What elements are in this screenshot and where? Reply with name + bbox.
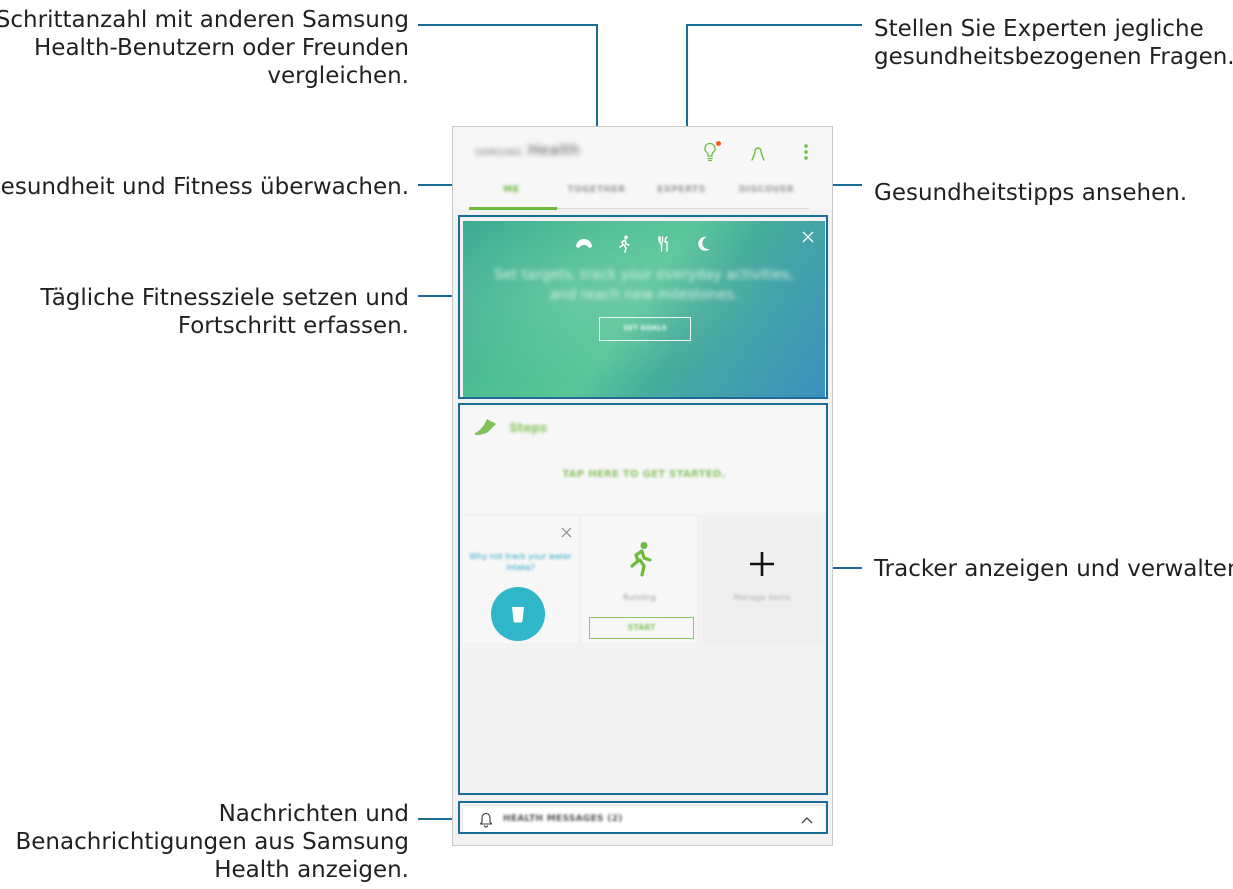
annotation-goals: Tägliche Fitnessziele setzen und Fortsch… xyxy=(40,284,409,340)
tab-bar: ME TOGETHER EXPERTS DISCOVER xyxy=(469,173,809,209)
annotation-line-3: vergleichen. xyxy=(267,63,409,89)
goals-banner: Set targets, track your everyday activit… xyxy=(463,221,825,399)
leader-together-h xyxy=(418,24,598,26)
tab-together[interactable]: TOGETHER xyxy=(554,173,639,208)
running-tracker-tile[interactable]: Running START xyxy=(582,517,697,643)
annotation-line-1: Schrittanzahl mit anderen Samsung xyxy=(0,7,409,33)
annotation-experts: Stellen Sie Experten jegliche gesundheit… xyxy=(874,15,1233,71)
running-icon xyxy=(630,542,652,577)
close-water-tile-button[interactable] xyxy=(561,523,572,538)
manage-items-tile[interactable]: Manage items xyxy=(703,517,821,643)
lightbulb-icon xyxy=(704,142,716,162)
annotation-line-1: Gesundheitstipps ansehen. xyxy=(874,180,1188,206)
app-bar: SAMSUNG Health ME TOGETHER EXPERTS DISCO… xyxy=(453,127,832,210)
annotation-line-3: Health anzeigen. xyxy=(214,857,409,883)
water-prompt: Why not track your water intake? xyxy=(469,552,572,572)
more-options-button[interactable] xyxy=(796,139,816,165)
health-messages-label: HEALTH MESSAGES (2) xyxy=(503,814,623,824)
annotation-line-1: Tägliche Fitnessziele setzen und xyxy=(40,285,409,311)
tab-discover[interactable]: DISCOVER xyxy=(724,173,809,208)
annotation-me: Gesundheit und Fitness überwachen. xyxy=(0,173,409,201)
start-running-button[interactable]: START xyxy=(589,617,694,639)
sleep-icon xyxy=(695,235,713,253)
profile-icon xyxy=(751,147,765,161)
annotation-line-1: Tracker anzeigen und verwalten. xyxy=(874,556,1233,582)
app-title: SAMSUNG Health xyxy=(475,141,580,159)
app-brand: SAMSUNG xyxy=(475,148,523,157)
annotation-together: Schrittanzahl mit anderen Samsung Health… xyxy=(0,6,409,90)
close-banner-button[interactable] xyxy=(801,229,815,243)
app-title-text: Health xyxy=(528,141,581,159)
annotation-messages: Nachrichten und Benachrichtigungen aus S… xyxy=(16,800,410,884)
steps-card[interactable]: Steps TAP HERE TO GET STARTED. xyxy=(463,407,825,513)
annotation-line-1: Stellen Sie Experten jegliche xyxy=(874,16,1204,42)
close-icon xyxy=(802,231,814,243)
annotation-line-2: gesundheitsbezogenen Fragen. xyxy=(874,44,1233,70)
add-water-button[interactable] xyxy=(491,587,545,641)
banner-icons xyxy=(463,235,825,253)
start-label: START xyxy=(627,623,656,632)
profile-button[interactable] xyxy=(748,139,768,165)
weight-icon xyxy=(575,235,593,253)
set-goals-label: SET GOALS xyxy=(623,324,667,332)
health-messages-bar[interactable]: HEALTH MESSAGES (2) xyxy=(463,805,825,833)
notification-dot xyxy=(716,141,721,146)
leader-experts-h xyxy=(686,24,862,26)
steps-get-started[interactable]: TAP HERE TO GET STARTED. xyxy=(463,469,825,480)
app-actions xyxy=(700,139,816,165)
food-icon xyxy=(655,235,673,253)
close-icon xyxy=(561,527,572,538)
annotation-line-1: Gesundheit und Fitness überwachen. xyxy=(0,174,409,200)
tips-button[interactable] xyxy=(700,139,721,165)
running-label: Running xyxy=(623,593,656,602)
annotation-line-2: Fortschritt erfassen. xyxy=(177,313,409,339)
phone-screen: SAMSUNG Health ME TOGETHER EXPERTS DISCO… xyxy=(452,126,833,846)
annotation-line-2: Health-Benutzern oder Freunden xyxy=(34,35,409,61)
running-icon xyxy=(615,235,633,253)
more-vertical-icon xyxy=(804,144,808,160)
annotation-trackers: Tracker anzeigen und verwalten. xyxy=(874,555,1233,583)
water-tracker-tile[interactable]: Why not track your water intake? xyxy=(463,517,578,643)
active-tab-indicator xyxy=(469,207,557,210)
tab-experts[interactable]: EXPERTS xyxy=(639,173,724,208)
chevron-up-icon[interactable] xyxy=(801,815,813,825)
annotation-discover: Gesundheitstipps ansehen. xyxy=(874,179,1187,207)
annotation-line-2: Benachrichtigungen aus Samsung xyxy=(15,829,410,855)
shoe-icon xyxy=(475,419,496,435)
manage-items-label: Manage items xyxy=(733,593,791,602)
steps-title: Steps xyxy=(509,421,548,435)
annotation-line-1: Nachrichten und xyxy=(218,801,409,827)
bell-icon xyxy=(479,812,493,828)
cup-icon xyxy=(512,607,524,623)
banner-message: Set targets, track your everyday activit… xyxy=(494,267,794,303)
set-goals-button[interactable]: SET GOALS xyxy=(599,317,691,341)
plus-icon xyxy=(750,552,774,576)
tab-me[interactable]: ME xyxy=(469,173,554,208)
